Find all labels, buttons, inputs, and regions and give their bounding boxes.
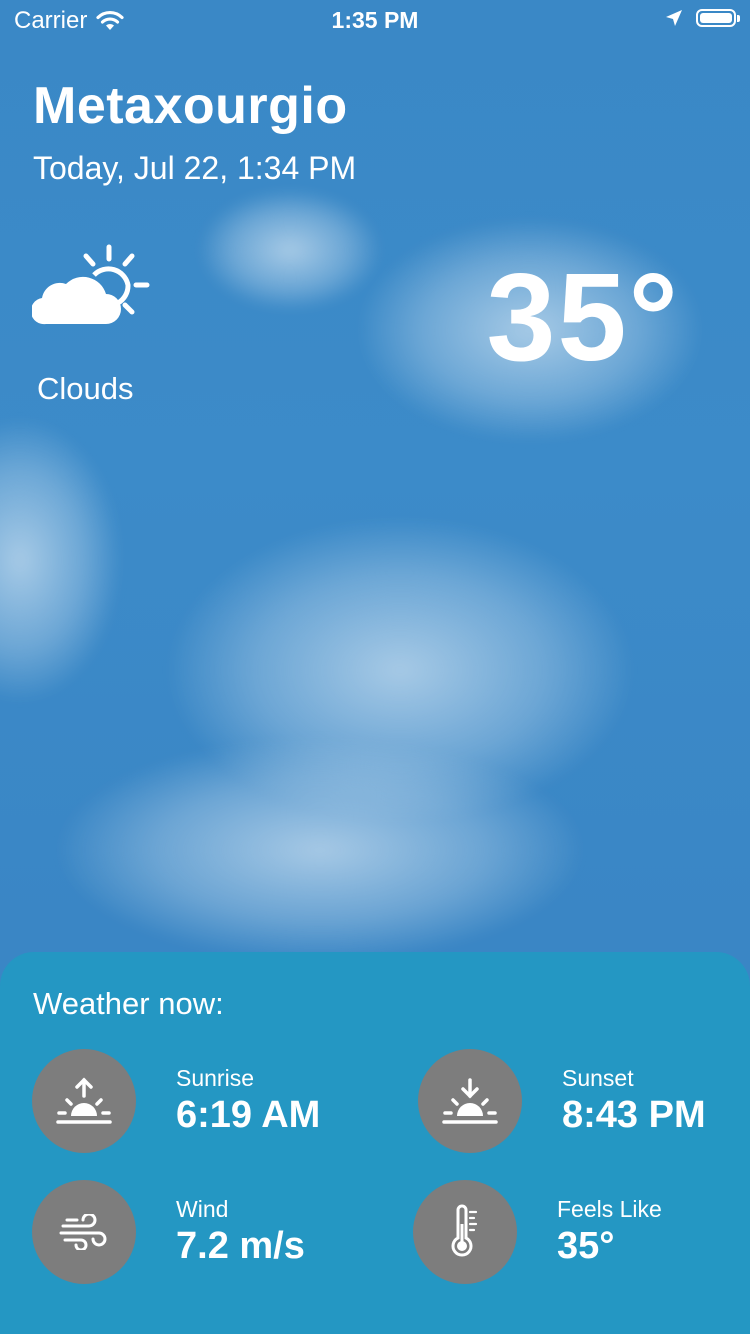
sunset-tile: Sunset 8:43 PM [418,1049,706,1153]
status-bar: Carrier 1:35 PM [0,0,750,40]
wind-icon-circle [32,1180,136,1284]
weather-screen: Carrier 1:35 PM Metaxourgio Today, Jul 2… [0,0,750,1334]
weather-details-panel: Weather now: Sunrise 6:19 AM Sunset 8:43… [0,952,750,1334]
wind-label: Wind [176,1196,229,1222]
sunset-icon [442,1078,498,1124]
partly-cloudy-icon [32,244,150,325]
sunrise-tile: Sunrise 6:19 AM [32,1049,320,1153]
background-cloud [0,420,120,700]
sunset-icon-circle [418,1049,522,1153]
feels-like-texts: Feels Like 35° [557,1195,662,1269]
feels-like-value: 35° [557,1225,615,1267]
battery-icon [696,9,740,27]
sunset-label: Sunset [562,1065,634,1091]
status-indicators [664,8,740,28]
wind-texts: Wind 7.2 m/s [176,1195,305,1269]
date-time: Today, Jul 22, 1:34 PM [33,150,357,186]
sunrise-value: 6:19 AM [176,1094,321,1136]
panel-title: Weather now: [33,986,224,1021]
condition-label: Clouds [37,371,134,406]
background-cloud [200,190,380,310]
sunrise-texts: Sunrise 6:19 AM [176,1064,320,1138]
wind-tile: Wind 7.2 m/s [32,1180,305,1284]
wind-value: 7.2 m/s [176,1225,305,1267]
sunrise-label: Sunrise [176,1065,254,1091]
sunset-value: 8:43 PM [562,1094,706,1136]
background-cloud [60,740,580,960]
thermometer-icon [451,1204,478,1257]
current-temperature: 35° [486,249,680,387]
location-arrow-icon [666,10,682,26]
city-name: Metaxourgio [33,77,348,135]
feels-like-label: Feels Like [557,1196,662,1222]
feels-like-tile: Feels Like 35° [413,1180,662,1284]
wind-icon [59,1214,107,1250]
sunrise-icon [56,1077,112,1124]
sunrise-icon-circle [32,1049,136,1153]
feels-like-icon-circle [413,1180,517,1284]
sunset-texts: Sunset 8:43 PM [562,1064,706,1138]
status-time: 1:35 PM [331,7,419,33]
